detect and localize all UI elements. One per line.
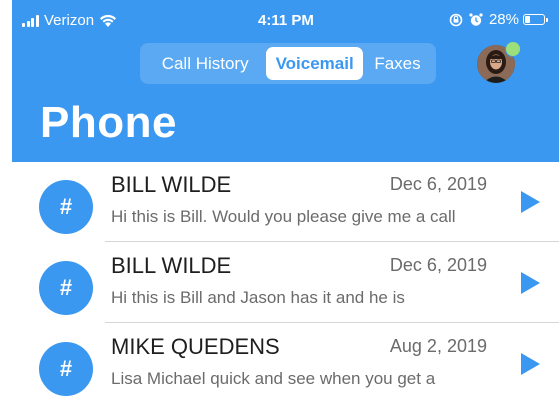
segmented-tabs: Call History Voicemail Faxes: [140, 43, 436, 84]
page-title: Phone: [40, 98, 177, 147]
play-icon[interactable]: [521, 272, 540, 294]
hash-icon: #: [39, 342, 93, 396]
transcript-preview: Hi this is Bill and Jason has it and he …: [111, 288, 405, 307]
header: Verizon 4:11 PM 28% Call History Voicema…: [12, 0, 559, 162]
play-icon[interactable]: [521, 353, 540, 375]
caller-name: MIKE QUEDENS: [111, 334, 280, 359]
status-right: 28%: [449, 11, 548, 28]
voicemail-date: Dec 6, 2019: [389, 255, 487, 275]
presence-indicator: [505, 41, 521, 57]
voicemail-date: Aug 2, 2019: [389, 336, 487, 356]
battery-level: [525, 16, 530, 23]
status-left: Verizon: [22, 12, 117, 29]
screen-lock-icon: [449, 13, 463, 26]
wifi-icon: [100, 14, 117, 27]
caller-name: BILL WILDE: [111, 253, 232, 278]
clock: 4:11 PM: [258, 12, 314, 29]
transcript-preview: Lisa Michael quick and see when you get …: [111, 369, 436, 388]
signal-icon: [22, 14, 40, 27]
hash-icon: #: [39, 180, 93, 234]
tab-call-history[interactable]: Call History: [144, 47, 266, 80]
battery-percent: 28%: [488, 11, 519, 28]
phone-screen: Verizon 4:11 PM 28% Call History Voicema…: [0, 0, 559, 402]
row-divider: [105, 322, 559, 323]
battery-icon: [523, 14, 548, 25]
status-bar: Verizon 4:11 PM 28%: [12, 0, 559, 40]
voicemail-date: Dec 6, 2019: [389, 174, 487, 194]
voicemail-row[interactable]: # MIKE QUEDENS Aug 2, 2019 Lisa Michael …: [0, 324, 559, 402]
alarm-icon: [469, 12, 483, 26]
hash-icon: #: [39, 261, 93, 315]
carrier-label: Verizon: [44, 12, 95, 29]
voicemail-row[interactable]: # BILL WILDE Dec 6, 2019 Hi this is Bill…: [0, 243, 559, 323]
tab-voicemail[interactable]: Voicemail: [266, 47, 363, 80]
transcript-preview: Hi this is Bill. Would you please give m…: [111, 207, 456, 226]
caller-name: BILL WILDE: [111, 172, 232, 197]
tab-faxes[interactable]: Faxes: [363, 47, 432, 80]
voicemail-row[interactable]: # BILL WILDE Dec 6, 2019 Hi this is Bill…: [0, 162, 559, 242]
row-divider: [105, 241, 559, 242]
play-icon[interactable]: [521, 191, 540, 213]
